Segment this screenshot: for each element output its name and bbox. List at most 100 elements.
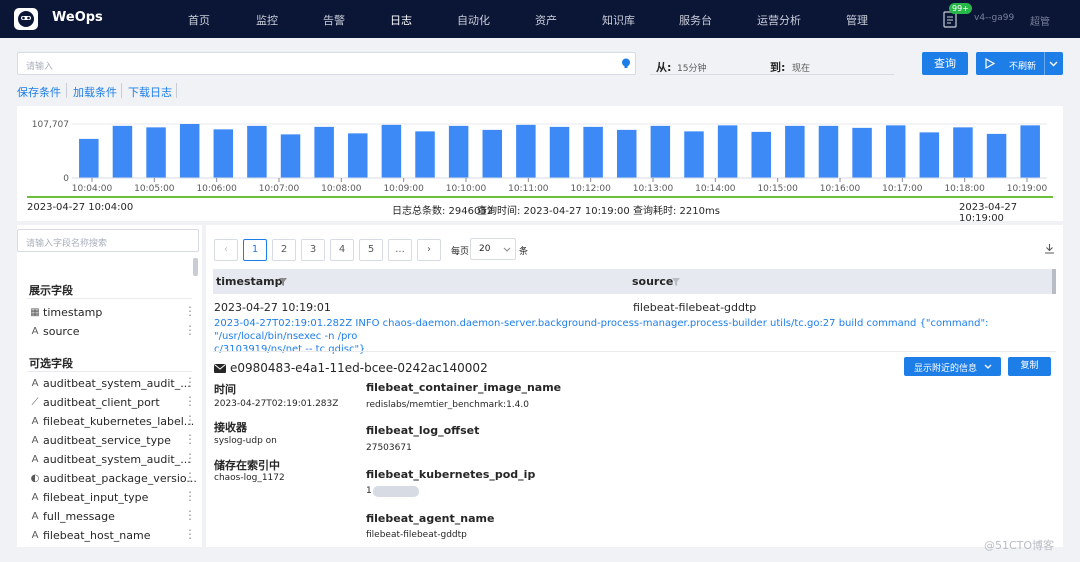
brand-name[interactable]: WeOps bbox=[52, 10, 103, 25]
show-nearby-label: 显示附近的信息 bbox=[914, 364, 978, 374]
detail-field-key: filebeat_agent_name bbox=[366, 512, 495, 525]
text-icon: A bbox=[31, 530, 39, 541]
nav-item-asset[interactable]: 资产 bbox=[535, 12, 557, 28]
page-button-5[interactable]: 5 bbox=[359, 239, 383, 261]
to-label: 到: bbox=[770, 61, 786, 74]
divider bbox=[121, 83, 122, 98]
page-button-ellipsis[interactable]: ... bbox=[388, 239, 412, 261]
save-condition-link[interactable]: 保存条件 bbox=[17, 84, 61, 100]
show-nearby-button[interactable]: 显示附近的信息 bbox=[904, 357, 1001, 376]
log-histogram-chart[interactable]: 107,707 010:04:00 10:05:00 10:06:00 10:07:00… bbox=[17, 106, 1063, 201]
time-range-picker[interactable]: 从: 15分钟 到: 现在 bbox=[650, 54, 894, 75]
more-options-icon[interactable]: ⋮ bbox=[184, 433, 196, 445]
field-panel-scrollbar[interactable] bbox=[193, 258, 198, 276]
download-icon[interactable] bbox=[1044, 243, 1055, 254]
page-button-3[interactable]: 3 bbox=[301, 239, 325, 261]
play-icon bbox=[985, 58, 995, 69]
notification-badge: 99+ bbox=[949, 3, 972, 14]
nav-item-home[interactable]: 首页 bbox=[188, 12, 210, 28]
field-item-name: filebeat_host_name bbox=[43, 529, 151, 542]
filter-icon[interactable] bbox=[672, 278, 680, 286]
field-item[interactable]: Afull_message ⋮ bbox=[29, 508, 196, 526]
per-page-value: 20 bbox=[479, 244, 491, 254]
nav-item-automation[interactable]: 自动化 bbox=[457, 12, 490, 28]
copy-button[interactable]: 复制 bbox=[1008, 357, 1051, 376]
field-item[interactable]: Afilebeat_kubernetes_label... ⋮ bbox=[29, 413, 196, 431]
more-options-icon[interactable]: ⋮ bbox=[184, 305, 196, 317]
to-value[interactable]: 现在 bbox=[792, 61, 810, 74]
nav-item-knowledge[interactable]: 知识库 bbox=[602, 12, 635, 28]
column-header-timestamp[interactable]: timestamp bbox=[216, 275, 283, 288]
more-options-icon[interactable]: ⋮ bbox=[184, 395, 196, 407]
load-condition-link[interactable]: 加载条件 bbox=[73, 84, 117, 100]
download-log-link[interactable]: 下载日志 bbox=[128, 84, 172, 100]
more-options-icon[interactable]: ⋮ bbox=[184, 452, 196, 464]
field-item[interactable]: Afilebeat_input_type ⋮ bbox=[29, 489, 196, 507]
more-options-icon[interactable]: ⋮ bbox=[184, 414, 196, 426]
more-options-icon[interactable]: ⋮ bbox=[184, 471, 196, 483]
nav-item-alert[interactable]: 告警 bbox=[323, 12, 345, 28]
detail-field-key: filebeat_log_offset bbox=[366, 424, 480, 437]
filter-icon[interactable] bbox=[279, 278, 287, 286]
detail-field-key: filebeat_container_image_name bbox=[366, 381, 562, 394]
field-item[interactable]: Aauditbeat_system_audit_... ⋮ bbox=[29, 451, 196, 469]
field-item[interactable]: Afilebeat_host_name ⋮ bbox=[29, 527, 196, 545]
log-search-input[interactable]: 请输入 bbox=[17, 52, 636, 75]
number-icon: ⟋ bbox=[31, 397, 39, 408]
field-item[interactable]: ⟋ auditbeat_client_port ⋮ bbox=[29, 394, 197, 412]
detail-field-value: filebeat-filebeat-gddtp bbox=[366, 530, 467, 540]
chart-bar bbox=[381, 124, 402, 178]
more-options-icon[interactable]: ⋮ bbox=[184, 528, 196, 540]
refresh-button[interactable]: 不刷新 bbox=[976, 52, 1063, 75]
field-item[interactable]: Aauditbeat_system_audit_... ⋮ bbox=[29, 375, 196, 393]
field-item[interactable]: ◐ auditbeat_package_versio... ⋮ bbox=[29, 470, 197, 488]
nav-item-service-desk[interactable]: 服务台 bbox=[679, 12, 712, 28]
refresh-label: 不刷新 bbox=[1009, 62, 1037, 72]
page-button-2[interactable]: 2 bbox=[272, 239, 296, 261]
chart-bar bbox=[146, 127, 166, 178]
row-source[interactable]: filebeat-filebeat-gddtp bbox=[633, 301, 756, 314]
y-tick-label: 107,707 bbox=[32, 120, 69, 130]
more-options-icon[interactable]: ⋮ bbox=[184, 324, 196, 336]
nav-item-admin[interactable]: 管理 bbox=[846, 12, 868, 28]
top-nav: WeOps 首页 监控 告警 日志 自动化 资产 知识库 服务台 运营分析 管理… bbox=[0, 0, 1080, 38]
row-message-line: c/3103919/ns/net -- tc qdisc"} bbox=[214, 344, 366, 355]
field-item[interactable]: Aauditbeat_service_type ⋮ bbox=[29, 432, 196, 450]
text-icon: A bbox=[31, 435, 39, 446]
toggle-icon: ◐ bbox=[30, 473, 40, 484]
receiver-label: 接收器 bbox=[214, 421, 247, 434]
field-item[interactable]: Asource ⋮ bbox=[29, 323, 196, 341]
nav-item-log[interactable]: 日志 bbox=[390, 12, 412, 28]
per-page-label: 每页 bbox=[451, 247, 470, 257]
field-item[interactable]: ▦ timestamp ⋮ bbox=[29, 304, 196, 322]
chart-bar bbox=[280, 134, 301, 178]
next-page-button[interactable]: › bbox=[417, 239, 441, 261]
per-page-select[interactable]: 20 bbox=[470, 238, 516, 260]
x-tick-label: 10:11:00 bbox=[508, 184, 549, 194]
weops-logo-icon[interactable] bbox=[14, 8, 38, 30]
field-search-input[interactable]: 请输入字段名称搜索 bbox=[17, 229, 199, 252]
more-options-icon[interactable]: ⋮ bbox=[184, 490, 196, 502]
more-options-icon[interactable]: ⋮ bbox=[184, 509, 196, 521]
nav-item-ops-analysis[interactable]: 运营分析 bbox=[757, 12, 801, 28]
column-header-source[interactable]: source bbox=[632, 275, 673, 288]
row-timestamp[interactable]: 2023-04-27 10:19:01 bbox=[214, 301, 331, 314]
chart-bar bbox=[751, 131, 771, 178]
page-button-4[interactable]: 4 bbox=[330, 239, 354, 261]
query-button[interactable]: 查询 bbox=[922, 52, 968, 75]
row-message-line: 2023-04-27T02:19:01.282Z INFO chaos-daem… bbox=[214, 318, 989, 342]
lightbulb-icon[interactable] bbox=[621, 58, 631, 69]
from-value[interactable]: 15分钟 bbox=[677, 61, 706, 74]
more-options-icon[interactable]: ⋮ bbox=[184, 376, 196, 388]
chart-bar bbox=[549, 126, 570, 178]
table-scrollbar[interactable] bbox=[1052, 269, 1056, 294]
refresh-divider bbox=[1044, 52, 1045, 75]
nav-item-monitor[interactable]: 监控 bbox=[256, 12, 278, 28]
chart-bar bbox=[516, 124, 536, 178]
field-item-name: filebeat_input_type bbox=[43, 491, 149, 504]
page-button-1[interactable]: 1 bbox=[243, 239, 267, 261]
detail-field-value: redislabs/memtier_benchmark:1.4.0 bbox=[366, 400, 529, 410]
user-menu[interactable]: 超管 bbox=[1030, 13, 1050, 28]
chevron-down-icon[interactable] bbox=[1049, 61, 1058, 67]
prev-page-button[interactable]: ‹ bbox=[214, 239, 238, 261]
